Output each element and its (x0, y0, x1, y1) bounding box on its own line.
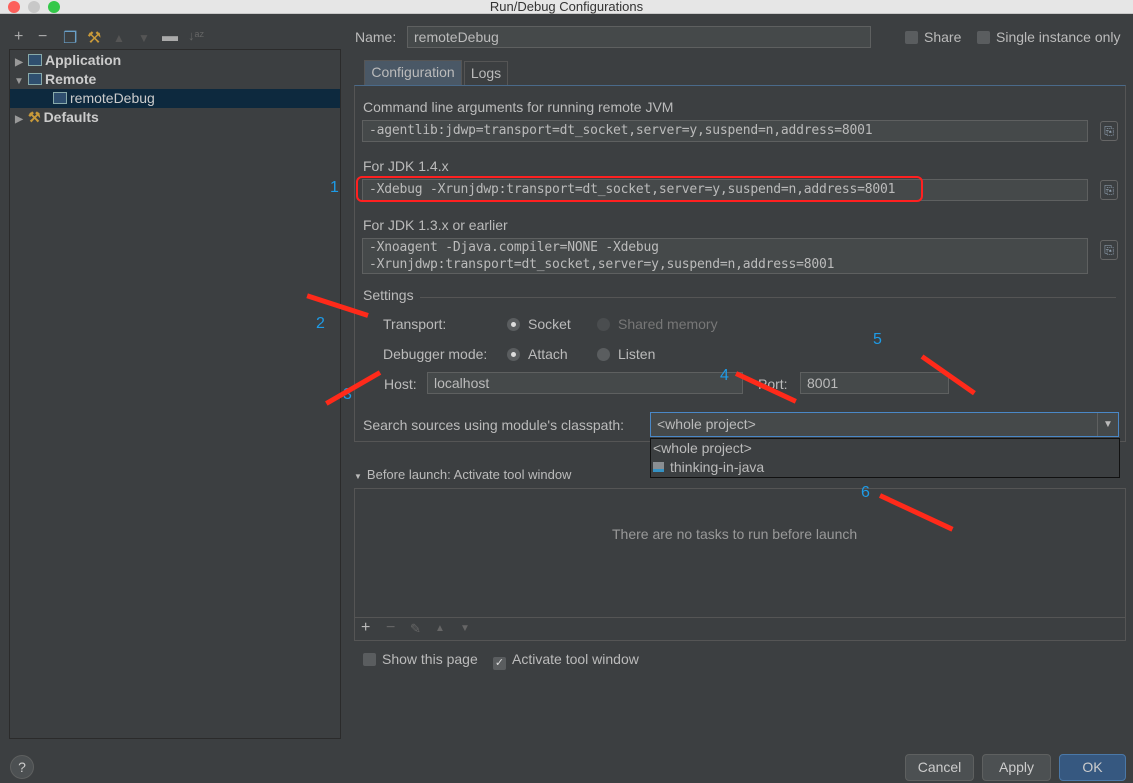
window-title: Run/Debug Configurations (489, 0, 644, 14)
add-task-icon[interactable]: + (361, 619, 370, 637)
show-page-label: Show this page (382, 651, 478, 667)
annotation-1: 1 (330, 179, 339, 196)
activate-tool-window-checkbox[interactable]: ✓ Activate tool window (493, 651, 639, 670)
module-icon (653, 462, 664, 472)
tree-item-application[interactable]: ▶ Application (10, 51, 340, 70)
chevron-down-icon[interactable]: ▼ (1097, 413, 1118, 436)
apply-button[interactable]: Apply (982, 754, 1051, 781)
annotation-5: 5 (873, 331, 882, 348)
tree-item-remotedebug[interactable]: remoteDebug (10, 89, 340, 108)
socket-radio[interactable]: Socket (507, 316, 571, 332)
copy-icon[interactable]: ⎘ (1100, 240, 1118, 260)
ok-button[interactable]: OK (1059, 754, 1126, 781)
move-up-icon[interactable]: ▲ (435, 623, 445, 634)
classpath-select[interactable]: <whole project> ▼ (650, 412, 1119, 437)
maximize-button[interactable] (48, 1, 60, 13)
empty-tasks-text: There are no tasks to run before launch (612, 526, 858, 542)
jdk13-field[interactable]: -Xnoagent -Djava.compiler=NONE -Xdebug -X… (362, 238, 1088, 274)
dropdown-option[interactable]: thinking-in-java (651, 458, 1119, 477)
config-tree: ▶ Application ▼ Remote remoteDebug ▶ ⚒ Defau… (9, 49, 341, 739)
move-down-icon[interactable]: ▼ (460, 623, 470, 634)
help-button[interactable]: ? (10, 755, 34, 779)
cmd-label: Command line arguments for running remot… (363, 99, 674, 115)
before-launch-list (354, 488, 1126, 641)
socket-label: Socket (528, 316, 571, 332)
add-icon[interactable]: + (14, 28, 23, 46)
annotation-6: 6 (861, 484, 870, 501)
tree-item-defaults[interactable]: ▶ ⚒ Defaults (10, 108, 340, 127)
tab-logs[interactable]: Logs (464, 61, 508, 85)
transport-label: Transport: (383, 316, 447, 332)
listen-radio[interactable]: Listen (597, 346, 655, 362)
remote-icon (28, 73, 42, 85)
cancel-button[interactable]: Cancel (905, 754, 974, 781)
port-input[interactable]: 8001 (800, 372, 949, 394)
tree-label: Remote (45, 71, 97, 87)
tree-label: Application (45, 52, 122, 68)
title-bar: Run/Debug Configurations (0, 0, 1133, 14)
classpath-label: Search sources using module's classpath: (363, 417, 625, 433)
share-label: Share (924, 29, 962, 45)
divider (355, 617, 1125, 618)
single-instance-label: Single instance only (996, 29, 1121, 45)
shared-memory-radio[interactable]: Shared memory (597, 316, 718, 332)
name-input[interactable]: remoteDebug (407, 26, 871, 48)
annotation-2: 2 (316, 315, 325, 332)
move-up-icon[interactable]: ▲ (113, 31, 125, 45)
remote-icon (53, 92, 67, 104)
wrench-icon[interactable]: ⚒ (87, 28, 101, 48)
debugger-mode-label: Debugger mode: (383, 346, 488, 362)
jdk13-line: -Xnoagent -Djava.compiler=NONE -Xdebug (369, 240, 659, 255)
share-checkbox[interactable]: Share (905, 29, 961, 45)
tree-label: remoteDebug (70, 90, 155, 106)
copy-icon[interactable]: ⎘ (1100, 180, 1118, 200)
attach-radio[interactable]: Attach (507, 346, 568, 362)
wrench-icon: ⚒ (28, 109, 41, 125)
settings-heading: Settings (363, 287, 414, 303)
name-label: Name: (355, 29, 397, 45)
expand-icon[interactable]: ▶ (10, 110, 28, 129)
folder-icon[interactable]: ▬ (162, 28, 178, 46)
remove-icon[interactable]: − (38, 28, 47, 46)
application-icon (28, 54, 42, 66)
jdk13-line: -Xrunjdwp:transport=dt_socket,server=y,s… (369, 257, 835, 272)
host-label: Host: (384, 376, 417, 392)
option-label: thinking-in-java (670, 459, 765, 475)
tab-configuration[interactable]: Configuration (364, 60, 462, 85)
single-instance-checkbox[interactable]: Single instance only (977, 29, 1121, 45)
dropdown-option[interactable]: <whole project> (651, 439, 1119, 458)
sort-icon[interactable]: ↓ᵃᶻ (188, 28, 204, 43)
highlight-box (356, 176, 923, 202)
classpath-value: <whole project> (657, 416, 756, 432)
tree-item-remote[interactable]: ▼ Remote (10, 70, 340, 89)
listen-label: Listen (618, 346, 656, 362)
minimize-button[interactable] (28, 1, 40, 13)
tree-label: Defaults (43, 109, 99, 125)
attach-label: Attach (528, 346, 568, 362)
shared-memory-label: Shared memory (618, 316, 718, 332)
jdk13-label: For JDK 1.3.x or earlier (363, 217, 508, 233)
before-launch-heading[interactable]: ▼ Before launch: Activate tool window (354, 467, 571, 482)
cmd-field[interactable]: -agentlib:jdwp=transport=dt_socket,serve… (362, 120, 1088, 142)
remove-task-icon[interactable]: − (386, 619, 395, 637)
close-button[interactable] (8, 1, 20, 13)
collapse-icon[interactable]: ▼ (354, 472, 362, 481)
edit-task-icon[interactable]: ✎ (410, 621, 421, 637)
activate-label: Activate tool window (512, 651, 639, 667)
show-page-checkbox[interactable]: Show this page (363, 651, 478, 667)
jdk14-label: For JDK 1.4.x (363, 158, 449, 174)
before-launch-label: Before launch: Activate tool window (366, 467, 572, 482)
host-input[interactable]: localhost (427, 372, 743, 394)
move-down-icon[interactable]: ▼ (138, 31, 150, 45)
copy-icon[interactable]: ⎘ (1100, 121, 1118, 141)
copy-icon[interactable]: ❐ (63, 28, 77, 48)
divider (420, 297, 1116, 298)
classpath-dropdown: <whole project> thinking-in-java (650, 438, 1120, 478)
annotation-4: 4 (720, 367, 729, 384)
